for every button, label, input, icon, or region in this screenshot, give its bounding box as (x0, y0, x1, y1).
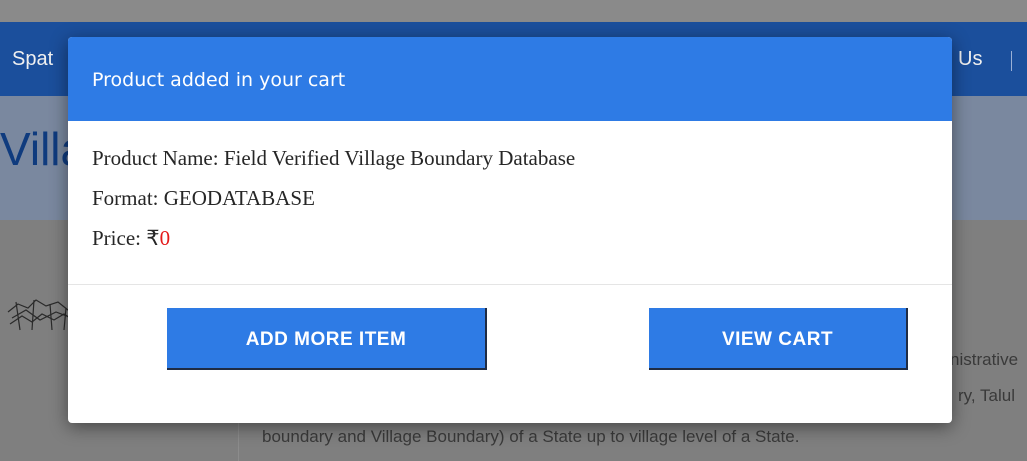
top-strip (0, 0, 1027, 22)
nav-item-spatial[interactable]: Spat (12, 48, 53, 71)
price-row: Price: ₹0 (92, 226, 575, 266)
add-more-item-button[interactable]: ADD MORE ITEM (167, 308, 487, 370)
description-text: nistrative (950, 350, 1019, 369)
description-text: boundary and Village Boundary) of a Stat… (262, 427, 800, 446)
price-value: 0 (159, 226, 171, 250)
nav-separator (1011, 51, 1012, 71)
modal-header: Product added in your cart (68, 37, 952, 121)
nav-item-contact-us[interactable]: Us (958, 48, 982, 71)
product-name-label: Product Name: (92, 146, 224, 170)
description-text: ry, Talul (958, 386, 1016, 405)
format-label: Format: (92, 186, 164, 210)
modal-title: Product added in your cart (92, 69, 346, 91)
modal-divider (68, 284, 952, 285)
rupee-symbol: ₹ (146, 226, 160, 250)
format-row: Format: GEODATABASE (92, 186, 575, 226)
product-name-row: Product Name: Field Verified Village Bou… (92, 146, 575, 186)
view-cart-button[interactable]: VIEW CART (649, 308, 908, 370)
cart-confirmation-modal: Product added in your cart Product Name:… (68, 37, 952, 423)
product-name-value: Field Verified Village Boundary Database (223, 146, 576, 170)
modal-body: Product Name: Field Verified Village Bou… (92, 146, 575, 266)
price-label: Price: (92, 226, 147, 250)
format-value: GEODATABASE (163, 186, 315, 210)
